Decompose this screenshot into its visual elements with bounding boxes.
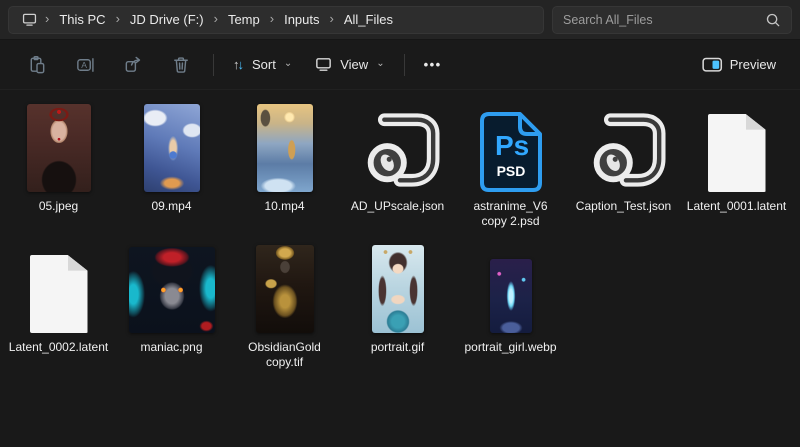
this-pc-icon <box>17 11 42 28</box>
file-name: Latent_0001.latent <box>687 199 786 233</box>
file-item-portrait-girl-webp[interactable]: portrait_girl.webp <box>454 241 567 374</box>
chevron-down-icon: ⌄ <box>376 58 384 69</box>
file-item-05-jpeg[interactable]: 05.jpeg <box>2 100 115 233</box>
see-more-icon: ••• <box>424 57 442 72</box>
file-name: portrait.gif <box>371 340 424 374</box>
share-button[interactable] <box>110 48 156 82</box>
file-name: 10.mp4 <box>264 199 304 233</box>
file-name: 09.mp4 <box>151 199 191 233</box>
toolbar-divider <box>213 54 214 76</box>
rename-icon: A <box>75 55 95 75</box>
file-item-maniac-png[interactable]: maniac.png <box>115 241 228 374</box>
delete-button[interactable] <box>158 48 204 82</box>
chevron-right-icon: › <box>328 11 336 26</box>
file-item-caption-test-json[interactable]: Caption_Test.json <box>567 100 680 233</box>
file-item-09-mp4[interactable]: 09.mp4 <box>115 100 228 233</box>
sort-button[interactable]: ↑↓ Sort ⌄ <box>223 50 302 79</box>
svg-text:A: A <box>81 60 87 70</box>
file-item-astranime-psd[interactable]: Ps PSD astranime_V6 copy 2.psd <box>454 100 567 233</box>
json-file-icon <box>581 108 667 192</box>
paste-button[interactable] <box>14 48 60 82</box>
view-button[interactable]: View ⌄ <box>304 48 394 81</box>
view-label: View <box>340 57 368 72</box>
see-more-button[interactable]: ••• <box>414 50 452 79</box>
breadcrumb-all-files[interactable]: All_Files <box>337 12 400 27</box>
preview-label: Preview <box>730 57 776 72</box>
share-icon <box>123 55 143 75</box>
search-box[interactable]: Search All_Files <box>552 6 792 34</box>
file-name: portrait_girl.webp <box>464 340 556 374</box>
trash-icon <box>171 55 191 75</box>
file-name: astranime_V6 copy 2.psd <box>468 199 554 233</box>
file-item-portrait-gif[interactable]: portrait.gif <box>341 241 454 374</box>
file-name: ObsidianGold copy.tif <box>232 340 338 374</box>
breadcrumb-jd-drive[interactable]: JD Drive (F:) <box>123 12 211 27</box>
svg-text:Ps: Ps <box>495 130 529 161</box>
blank-document-icon <box>708 114 766 192</box>
image-thumbnail <box>129 247 215 333</box>
image-thumbnail <box>256 245 314 333</box>
svg-text:PSD: PSD <box>496 163 525 179</box>
file-item-obsidiangold-tif[interactable]: ObsidianGold copy.tif <box>228 241 341 374</box>
file-name: Caption_Test.json <box>576 199 671 233</box>
chevron-right-icon: › <box>114 11 122 26</box>
rename-button[interactable]: A <box>62 48 108 82</box>
preview-icon <box>702 56 723 74</box>
chevron-right-icon: › <box>268 11 276 26</box>
file-name: maniac.png <box>140 340 202 374</box>
sort-icon: ↑↓ <box>233 57 242 72</box>
blank-document-icon <box>30 255 88 333</box>
breadcrumb-temp[interactable]: Temp <box>221 12 267 27</box>
chevron-right-icon: › <box>212 11 220 26</box>
file-row-1: 05.jpeg 09.mp4 10.mp4 AD_UPscale.json <box>2 100 800 241</box>
chevron-right-icon: › <box>43 11 51 26</box>
file-row-2: Latent_0002.latent maniac.png ObsidianGo… <box>2 241 800 382</box>
command-bar: A ↑↓ Sort ⌄ View ⌄ ••• <box>0 40 800 90</box>
sort-label: Sort <box>252 57 276 72</box>
image-thumbnail <box>490 259 532 333</box>
video-thumbnail <box>144 104 200 192</box>
breadcrumb-this-pc[interactable]: This PC <box>52 12 112 27</box>
file-item-latent-0001[interactable]: Latent_0001.latent <box>680 100 793 233</box>
view-icon <box>314 55 333 74</box>
image-thumbnail <box>27 104 91 192</box>
file-name: AD_UPscale.json <box>351 199 444 233</box>
video-thumbnail <box>257 104 313 192</box>
json-file-icon <box>355 108 441 192</box>
search-placeholder: Search All_Files <box>563 13 653 27</box>
file-item-10-mp4[interactable]: 10.mp4 <box>228 100 341 233</box>
file-name: Latent_0002.latent <box>9 340 108 374</box>
psd-file-icon: Ps PSD <box>480 112 542 192</box>
preview-button[interactable]: Preview <box>692 49 786 81</box>
file-name: 05.jpeg <box>39 199 78 233</box>
chevron-down-icon: ⌄ <box>284 58 292 69</box>
search-icon[interactable] <box>765 12 781 28</box>
paste-icon <box>27 55 47 75</box>
toolbar-divider <box>404 54 405 76</box>
file-item-ad-upscale-json[interactable]: AD_UPscale.json <box>341 100 454 233</box>
breadcrumb-inputs[interactable]: Inputs <box>277 12 326 27</box>
address-bar-row: › This PC › JD Drive (F:) › Temp › Input… <box>0 0 800 40</box>
image-thumbnail <box>372 245 424 333</box>
file-list: 05.jpeg 09.mp4 10.mp4 AD_UPscale.json <box>0 90 800 382</box>
address-bar[interactable]: › This PC › JD Drive (F:) › Temp › Input… <box>8 6 544 34</box>
file-item-latent-0002[interactable]: Latent_0002.latent <box>2 241 115 374</box>
